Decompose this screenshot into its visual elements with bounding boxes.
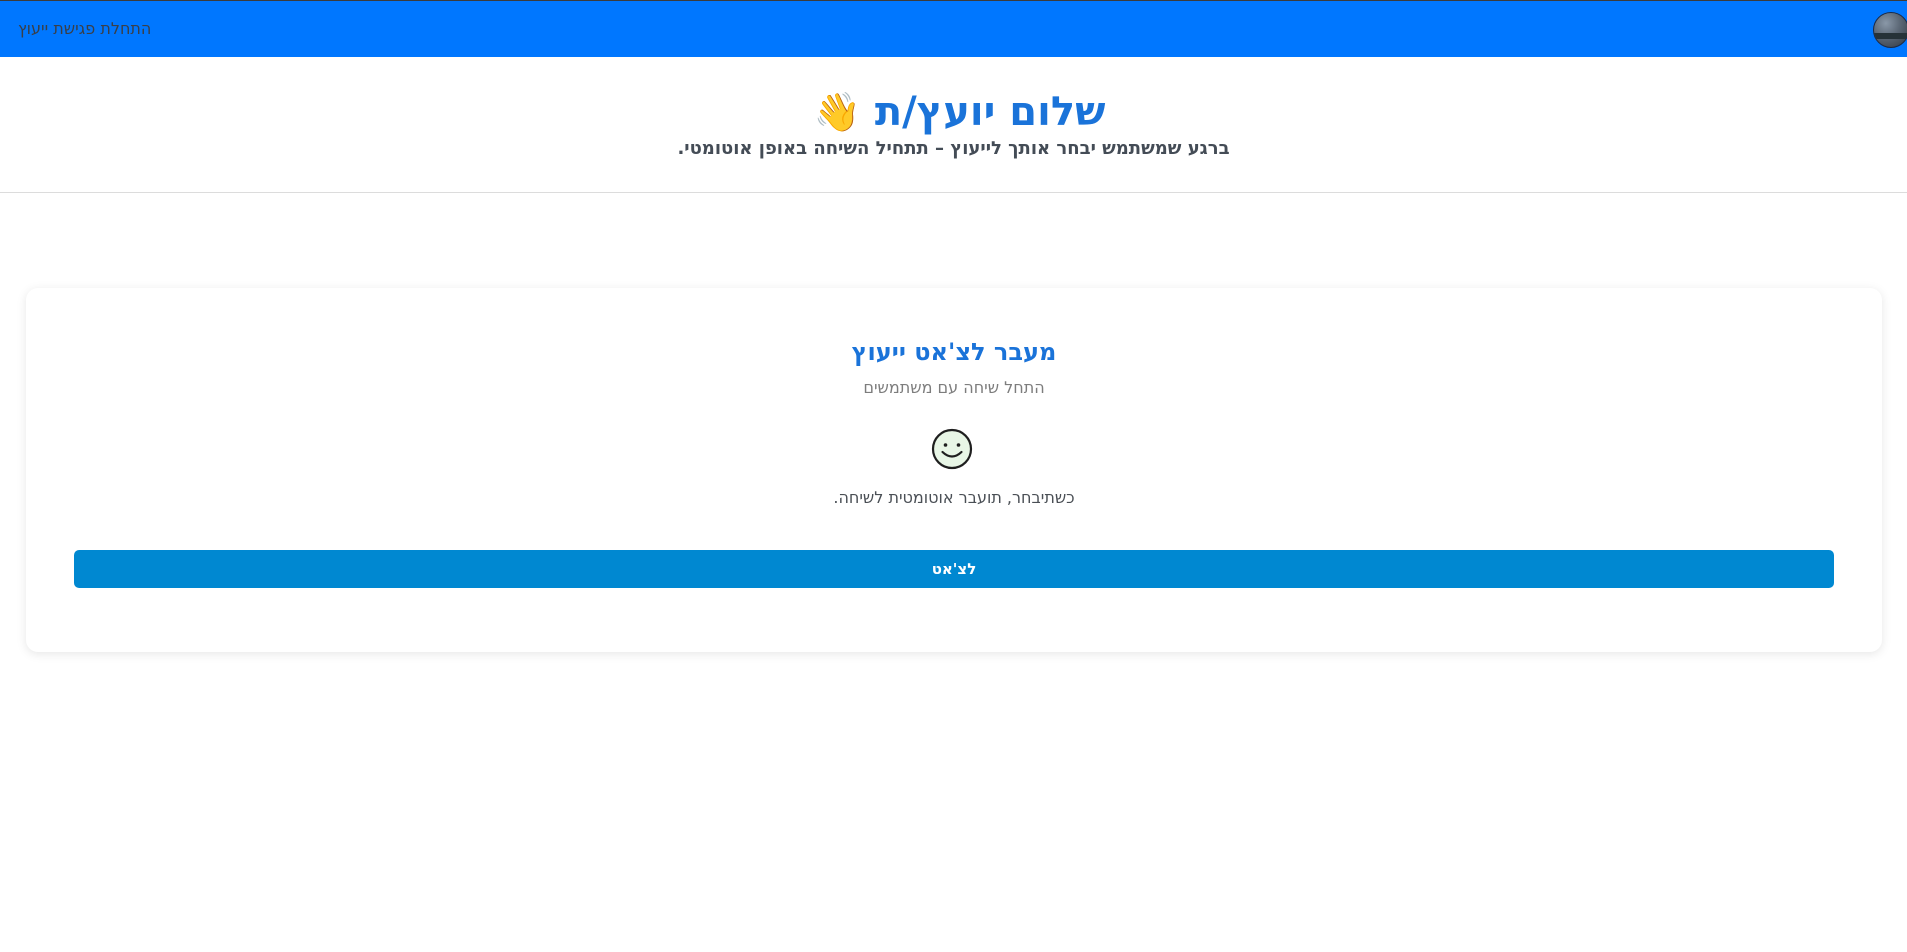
go-to-chat-button[interactable]: לצ'אט bbox=[74, 550, 1834, 588]
card-subtitle: התחל שיחה עם משתמשים bbox=[863, 378, 1045, 397]
start-consultation-link[interactable]: התחלת פגישת ייעוץ bbox=[18, 19, 151, 38]
card-title: מעבר לצ'אט ייעוץ bbox=[851, 338, 1057, 366]
auto-redirect-note: כשתיבחר, תועבר אוטומטית לשיחה. bbox=[833, 488, 1075, 507]
smiley-icon bbox=[931, 428, 973, 470]
avatar[interactable] bbox=[1873, 12, 1907, 48]
chat-card: מעבר לצ'אט ייעוץ התחל שיחה עם משתמשים כש… bbox=[26, 288, 1882, 652]
waving-hand-icon: 👋 bbox=[813, 90, 861, 134]
page-title: שלום יועץ/ת 👋 bbox=[0, 88, 1907, 136]
top-bar: התחלת פגישת ייעוץ bbox=[0, 0, 1907, 57]
page-subtitle: ברגע שמשתמש יבחר אותך לייעוץ – תתחיל השי… bbox=[677, 138, 1230, 159]
greeting-text: שלום יועץ/ת bbox=[874, 89, 1106, 135]
hero-header: שלום יועץ/ת 👋 ברגע שמשתמש יבחר אותך לייע… bbox=[0, 57, 1907, 193]
